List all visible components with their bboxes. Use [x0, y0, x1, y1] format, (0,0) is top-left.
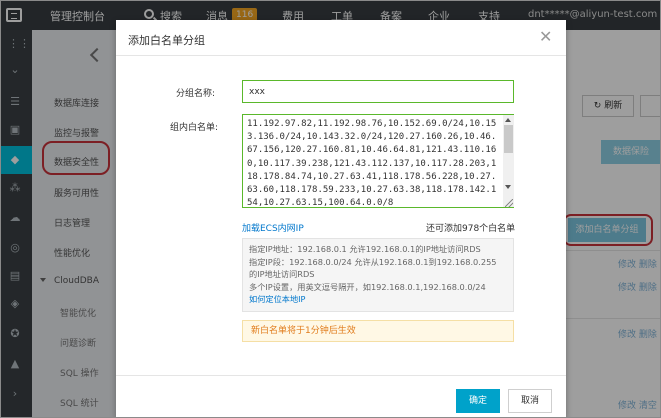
resize-grip-icon[interactable] — [505, 199, 513, 207]
scroll-down-icon[interactable] — [505, 185, 511, 189]
scroll-up-icon[interactable] — [505, 118, 511, 122]
dialog-title: 添加白名单分组 — [128, 34, 205, 47]
load-ecs-ip-link[interactable]: 加载ECS内网IP — [242, 221, 304, 234]
whitelist-ips-label: 组内白名单: — [170, 123, 219, 133]
help-line: 指定IP段：192.168.0.0/24 允许从192.168.0.1到192.… — [249, 256, 497, 267]
remaining-count-text: 还可添加978个白名单 — [426, 224, 516, 234]
locate-local-ip-link[interactable]: 如何定位本地IP — [249, 293, 507, 306]
dialog-header-divider — [116, 55, 566, 56]
dialog-footer-divider — [116, 375, 566, 376]
scroll-thumb[interactable] — [504, 125, 513, 153]
textarea-scrollbar[interactable] — [503, 115, 514, 207]
whitelist-ips-textarea[interactable]: 11.192.97.82,11.192.98.76,10.152.69.0/24… — [247, 118, 501, 206]
help-line: 多个IP设置，用英文逗号隔开，如192.168.0.1,192.168.0.0/… — [249, 281, 486, 292]
whitelist-ips-field[interactable]: 11.192.97.82,11.192.98.76,10.152.69.0/24… — [242, 114, 514, 208]
ip-format-help: 指定IP地址：192.168.0.1 允许192.168.0.1的IP地址访问R… — [242, 238, 514, 312]
confirm-button[interactable]: 确定 — [456, 389, 500, 413]
close-icon[interactable]: ✕ — [539, 29, 552, 45]
group-name-label: 分组名称: — [176, 89, 216, 99]
group-name-input[interactable] — [242, 80, 514, 103]
help-line: 的IP地址访问RDS — [249, 269, 315, 280]
help-line: 指定IP地址：192.168.0.1 允许192.168.0.1的IP地址访问R… — [249, 244, 481, 254]
add-whitelist-group-dialog: 添加白名单分组 ✕ 分组名称: 组内白名单: 11.192.97.82,11.1… — [116, 20, 566, 418]
effective-time-notice: 新白名单将于1分钟后生效 — [242, 320, 514, 342]
cancel-button[interactable]: 取消 — [508, 389, 552, 413]
